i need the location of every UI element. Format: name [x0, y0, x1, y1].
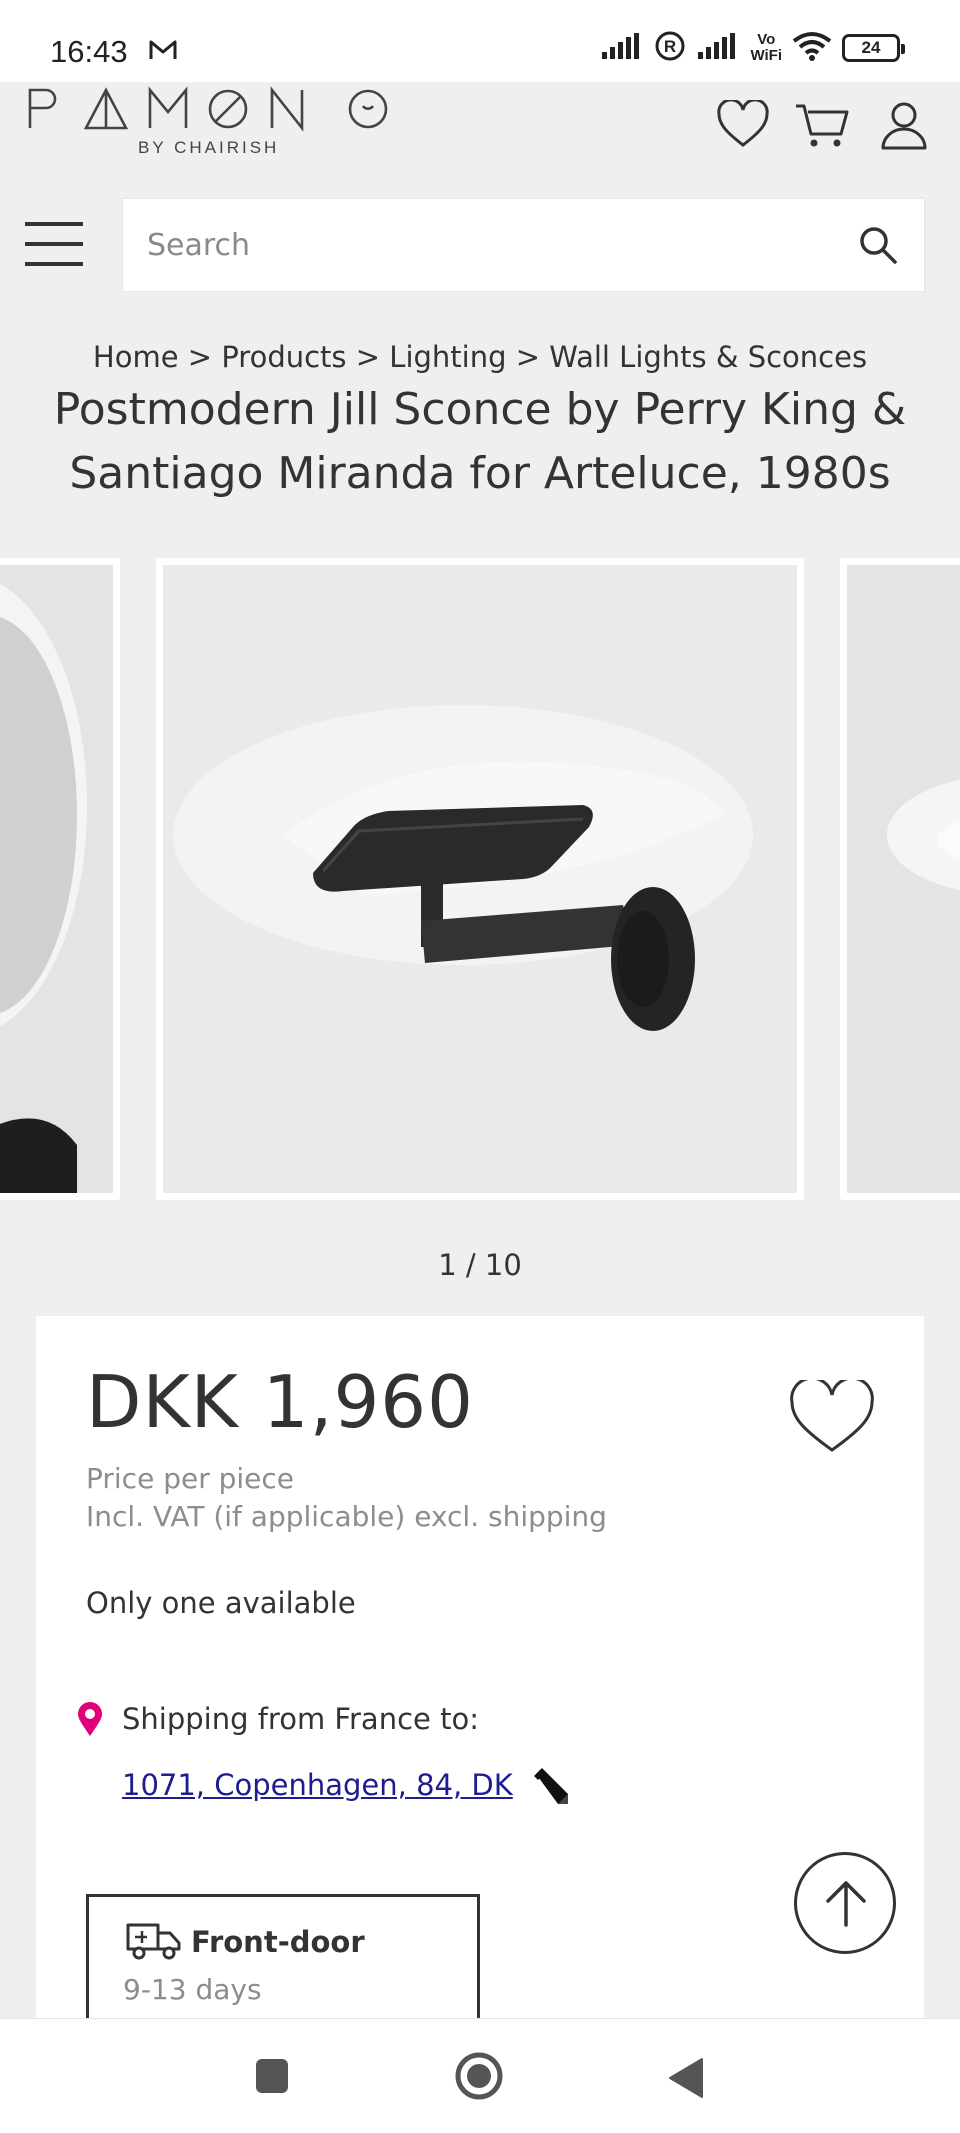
menu-icon[interactable]	[25, 218, 83, 270]
pamono-logo[interactable]	[28, 84, 388, 140]
svg-text:R: R	[664, 37, 676, 56]
breadcrumb-wall-lights[interactable]: Wall Lights & Sconces	[549, 340, 867, 374]
pencil-icon[interactable]	[530, 1766, 570, 1810]
battery-indicator: 24	[842, 34, 905, 62]
search-bar	[122, 198, 925, 292]
status-time: 16:43	[50, 34, 128, 69]
logo-subtitle: BY CHAIRISH	[138, 138, 280, 157]
user-icon[interactable]	[880, 100, 928, 154]
heart-icon[interactable]	[716, 98, 770, 154]
shipping-address-link[interactable]: 1071, Copenhagen, 84, DK	[122, 1768, 513, 1802]
delivery-days: 9-13 days	[123, 1973, 262, 2006]
delivery-title: Front-door	[191, 1925, 365, 1959]
vowifi-top: Vo	[757, 31, 776, 48]
signal-icon	[600, 32, 644, 64]
signal-icon	[696, 32, 740, 64]
breadcrumb-lighting[interactable]: Lighting	[389, 340, 506, 374]
truck-icon	[125, 1921, 183, 1965]
status-icons: R Vo WiFi 24	[600, 30, 905, 66]
recent-apps-button[interactable]	[254, 2057, 290, 2099]
product-image	[163, 565, 797, 1193]
arrow-up-icon	[826, 1881, 866, 1927]
status-bar: 16:43 R Vo WiFi 24	[0, 0, 960, 82]
search-icon[interactable]	[858, 225, 898, 269]
product-price: DKK 1,960	[86, 1360, 474, 1444]
site-header: BY CHAIRISH	[0, 82, 960, 172]
price-vat-note: Incl. VAT (if applicable) excl. shipping	[86, 1500, 607, 1533]
system-nav-bar	[0, 2018, 960, 2133]
scroll-to-top-button[interactable]	[794, 1852, 896, 1954]
gallery-slide-current[interactable]	[156, 558, 804, 1200]
breadcrumb-separator: >	[515, 340, 541, 374]
price-per-piece: Price per piece	[86, 1462, 295, 1495]
back-button[interactable]	[668, 2057, 704, 2103]
breadcrumb-separator: >	[187, 340, 213, 374]
availability-text: Only one available	[86, 1586, 356, 1620]
product-title: Postmodern Jill Sconce by Perry King & S…	[53, 384, 907, 499]
mail-icon	[148, 38, 178, 66]
gallery-slide-next[interactable]	[840, 558, 960, 1200]
wifi-icon	[792, 31, 832, 65]
breadcrumb-home[interactable]: Home	[93, 340, 179, 374]
vowifi-indicator: Vo WiFi	[750, 32, 782, 64]
shipping-from-label: Shipping from France to:	[122, 1702, 479, 1736]
breadcrumb-products[interactable]: Products	[221, 340, 346, 374]
gallery-slide-previous[interactable]	[0, 558, 120, 1200]
heart-icon[interactable]	[788, 1376, 876, 1460]
breadcrumb: Home > Products > Lighting > Wall Lights…	[0, 340, 960, 374]
price-note: Price per piece Incl. VAT (if applicable…	[86, 1460, 607, 1536]
home-button[interactable]	[454, 2051, 504, 2105]
cart-icon[interactable]	[794, 100, 850, 154]
registered-icon: R	[654, 30, 686, 66]
search-input[interactable]	[147, 199, 827, 291]
location-pin-icon	[76, 1702, 104, 1742]
image-counter: 1 / 10	[438, 1248, 522, 1282]
vowifi-bottom: WiFi	[750, 47, 782, 64]
breadcrumb-separator: >	[355, 340, 381, 374]
product-info-card: DKK 1,960 Price per piece Incl. VAT (if …	[36, 1316, 924, 2116]
